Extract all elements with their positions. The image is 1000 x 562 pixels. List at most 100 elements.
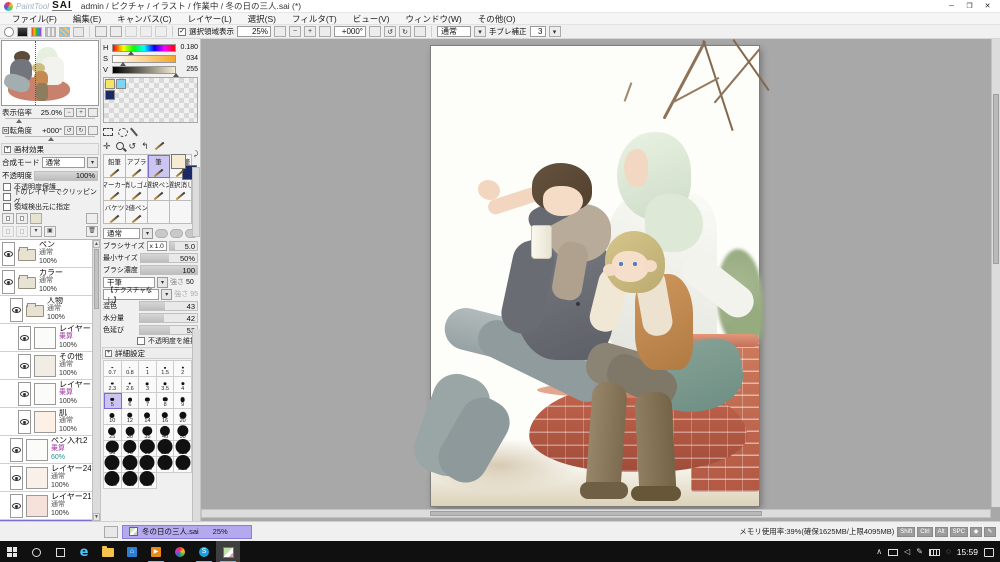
blend-mode-dropdown[interactable]: 通常 — [41, 157, 85, 168]
color-slider-toggle-icon[interactable] — [17, 26, 28, 37]
minimize-button[interactable]: ─ — [943, 1, 960, 12]
value-slider[interactable] — [112, 65, 179, 77]
vertical-scroll-thumb[interactable] — [993, 94, 999, 264]
brush-size-0.7[interactable]: 0.7 — [104, 361, 122, 377]
new-layerset-button[interactable] — [16, 213, 28, 224]
doc-tab-options-button[interactable] — [104, 525, 118, 538]
tool-empty[interactable] — [170, 201, 192, 224]
eye-icon[interactable] — [4, 278, 13, 285]
layer-option-checkbox-0[interactable] — [3, 183, 11, 191]
maximize-button[interactable]: ❐ — [961, 1, 978, 12]
layer-visibility-box[interactable] — [2, 241, 15, 266]
brush-size-25[interactable]: 25 — [104, 425, 122, 441]
selection-float-button[interactable] — [155, 26, 167, 37]
delete-layer-button[interactable]: 🗑 — [86, 226, 98, 237]
brush-size-2[interactable]: 2 — [174, 361, 192, 377]
advanced-settings-header[interactable]: + 詳細設定 — [102, 347, 199, 359]
scroll-down-icon[interactable]: ▼ — [93, 513, 100, 521]
clear-layer-button[interactable]: ▣ — [44, 226, 56, 237]
layer-visibility-box[interactable] — [18, 325, 31, 350]
nav-zoom-out-button[interactable]: − — [64, 108, 74, 117]
brush-size-30[interactable]: 30 — [121, 425, 140, 441]
menu-item-3[interactable]: レイヤー(L) — [180, 13, 240, 25]
layer-row-肌[interactable]: 肌通常 100% — [0, 408, 100, 436]
cortana-search-button[interactable] — [24, 541, 48, 562]
nav-rotate-reset-button[interactable] — [88, 126, 98, 135]
eye-icon[interactable] — [20, 418, 29, 425]
lasso-tool-icon[interactable] — [118, 127, 128, 137]
cut-layer-button[interactable] — [16, 226, 28, 237]
tray-expand-icon[interactable]: ∧ — [876, 547, 882, 557]
color-mixer-toggle-icon[interactable] — [31, 26, 42, 37]
menu-item-7[interactable]: ウィンドウ(W) — [398, 13, 470, 25]
brush-size-300[interactable]: 300 — [156, 454, 175, 473]
zoom-reset-button[interactable] — [274, 26, 286, 37]
swatch-palette[interactable] — [103, 77, 198, 123]
nav-zoom-reset-button[interactable] — [88, 108, 98, 117]
eye-icon[interactable] — [12, 502, 21, 509]
menu-item-2[interactable]: キャンバス(C) — [109, 13, 179, 25]
display-mode-dropdown-button[interactable]: ▾ — [474, 26, 486, 37]
brush-size-3.5[interactable]: 3.5 — [156, 377, 175, 393]
network-icon[interactable] — [888, 548, 899, 556]
brush-size-20[interactable]: 20 — [174, 409, 192, 425]
canvas-document[interactable] — [407, 39, 770, 506]
file-explorer-taskbar-icon[interactable] — [96, 541, 120, 562]
brush-size-400[interactable]: 400 — [104, 470, 122, 489]
menu-item-1[interactable]: 編集(E) — [65, 13, 109, 25]
saved-swatch-2[interactable] — [105, 90, 115, 100]
brush-size-8[interactable]: 8 — [156, 393, 175, 409]
close-button[interactable]: ✕ — [979, 1, 996, 12]
tool-empty[interactable] — [148, 201, 170, 224]
flip-horizontal-button[interactable] — [414, 26, 426, 37]
brush-size-5[interactable]: 5 — [104, 393, 122, 409]
layer-option-checkbox-1[interactable] — [3, 193, 11, 201]
eyedropper-tool-icon[interactable] — [154, 141, 164, 151]
expand-selection-button[interactable] — [125, 26, 137, 37]
param-slider[interactable]: 52 — [139, 325, 198, 335]
param-slider[interactable]: 42 — [139, 313, 198, 323]
saved-swatch-0[interactable] — [105, 79, 115, 89]
keep-opacity-checkbox[interactable] — [137, 337, 145, 345]
canvas-horizontal-scrollbar[interactable] — [201, 509, 991, 518]
brush-density-slider[interactable]: 100 — [139, 265, 198, 275]
material-effect-header[interactable]: + 画材効果 — [1, 143, 99, 155]
task-view-button[interactable] — [48, 541, 72, 562]
eye-icon[interactable] — [20, 334, 29, 341]
tool-鉛筆[interactable]: 鉛筆 — [104, 155, 126, 178]
stabilizer-field[interactable]: 3 — [529, 26, 546, 37]
layer-row-レイヤー22[interactable]: レイヤー22乗算100% — [0, 380, 100, 408]
store-taskbar-icon[interactable]: ⌂ — [120, 541, 144, 562]
navigator-zoom-slider[interactable] — [5, 118, 95, 123]
rotate-cw-button[interactable]: ↻ — [399, 26, 411, 37]
tool-選択消し[interactable]: 選択消し — [170, 178, 192, 201]
merge-down-button[interactable]: ▾ — [30, 226, 42, 237]
deselect-button[interactable] — [95, 26, 107, 37]
ime-keyboard-icon[interactable] — [928, 548, 940, 556]
brush-size-16[interactable]: 16 — [156, 409, 175, 425]
layer-scroll-thumb[interactable] — [94, 249, 99, 309]
layer-row-その他[interactable]: その他 通常 100% — [0, 352, 100, 380]
swap-colors-icon[interactable]: ⤸ — [194, 151, 198, 159]
tool-2値ペン[interactable]: 2値ペン — [126, 201, 148, 224]
shrink-selection-button[interactable] — [140, 26, 152, 37]
color-wheel-toggle-icon[interactable] — [4, 26, 14, 37]
photos-app-taskbar-icon[interactable] — [168, 541, 192, 562]
tool-エアブラシ[interactable]: エアブラシ — [126, 155, 148, 178]
display-mode-dropdown[interactable]: 通常 — [437, 26, 471, 37]
brush-edge-option-1[interactable] — [155, 229, 168, 238]
brush-texture-dropdown[interactable]: 【テクスチャなし】 — [103, 287, 160, 304]
eye-icon[interactable] — [12, 446, 21, 453]
layer-visibility-box[interactable] — [18, 409, 31, 434]
layer-row-カラー[interactable]: カラー 通常 100% — [0, 268, 100, 296]
brush-size-350[interactable]: 350 — [174, 454, 192, 473]
paint-mode-dropdown[interactable]: 通常 — [103, 228, 140, 239]
volume-icon[interactable]: ◁ — [904, 547, 910, 557]
scroll-up-icon[interactable]: ▲ — [93, 240, 100, 248]
taskbar-clock[interactable]: 15:59 — [957, 547, 978, 557]
rotate-ccw-button[interactable]: ↺ — [384, 26, 396, 37]
brush-texture-dropdown-button[interactable]: ▾ — [161, 288, 173, 300]
selection-visible-checkbox[interactable]: ✓ — [178, 27, 186, 36]
layer-row-ペン[interactable]: ペン 通常 100% — [0, 240, 100, 268]
layer-visibility-box[interactable] — [18, 353, 31, 378]
